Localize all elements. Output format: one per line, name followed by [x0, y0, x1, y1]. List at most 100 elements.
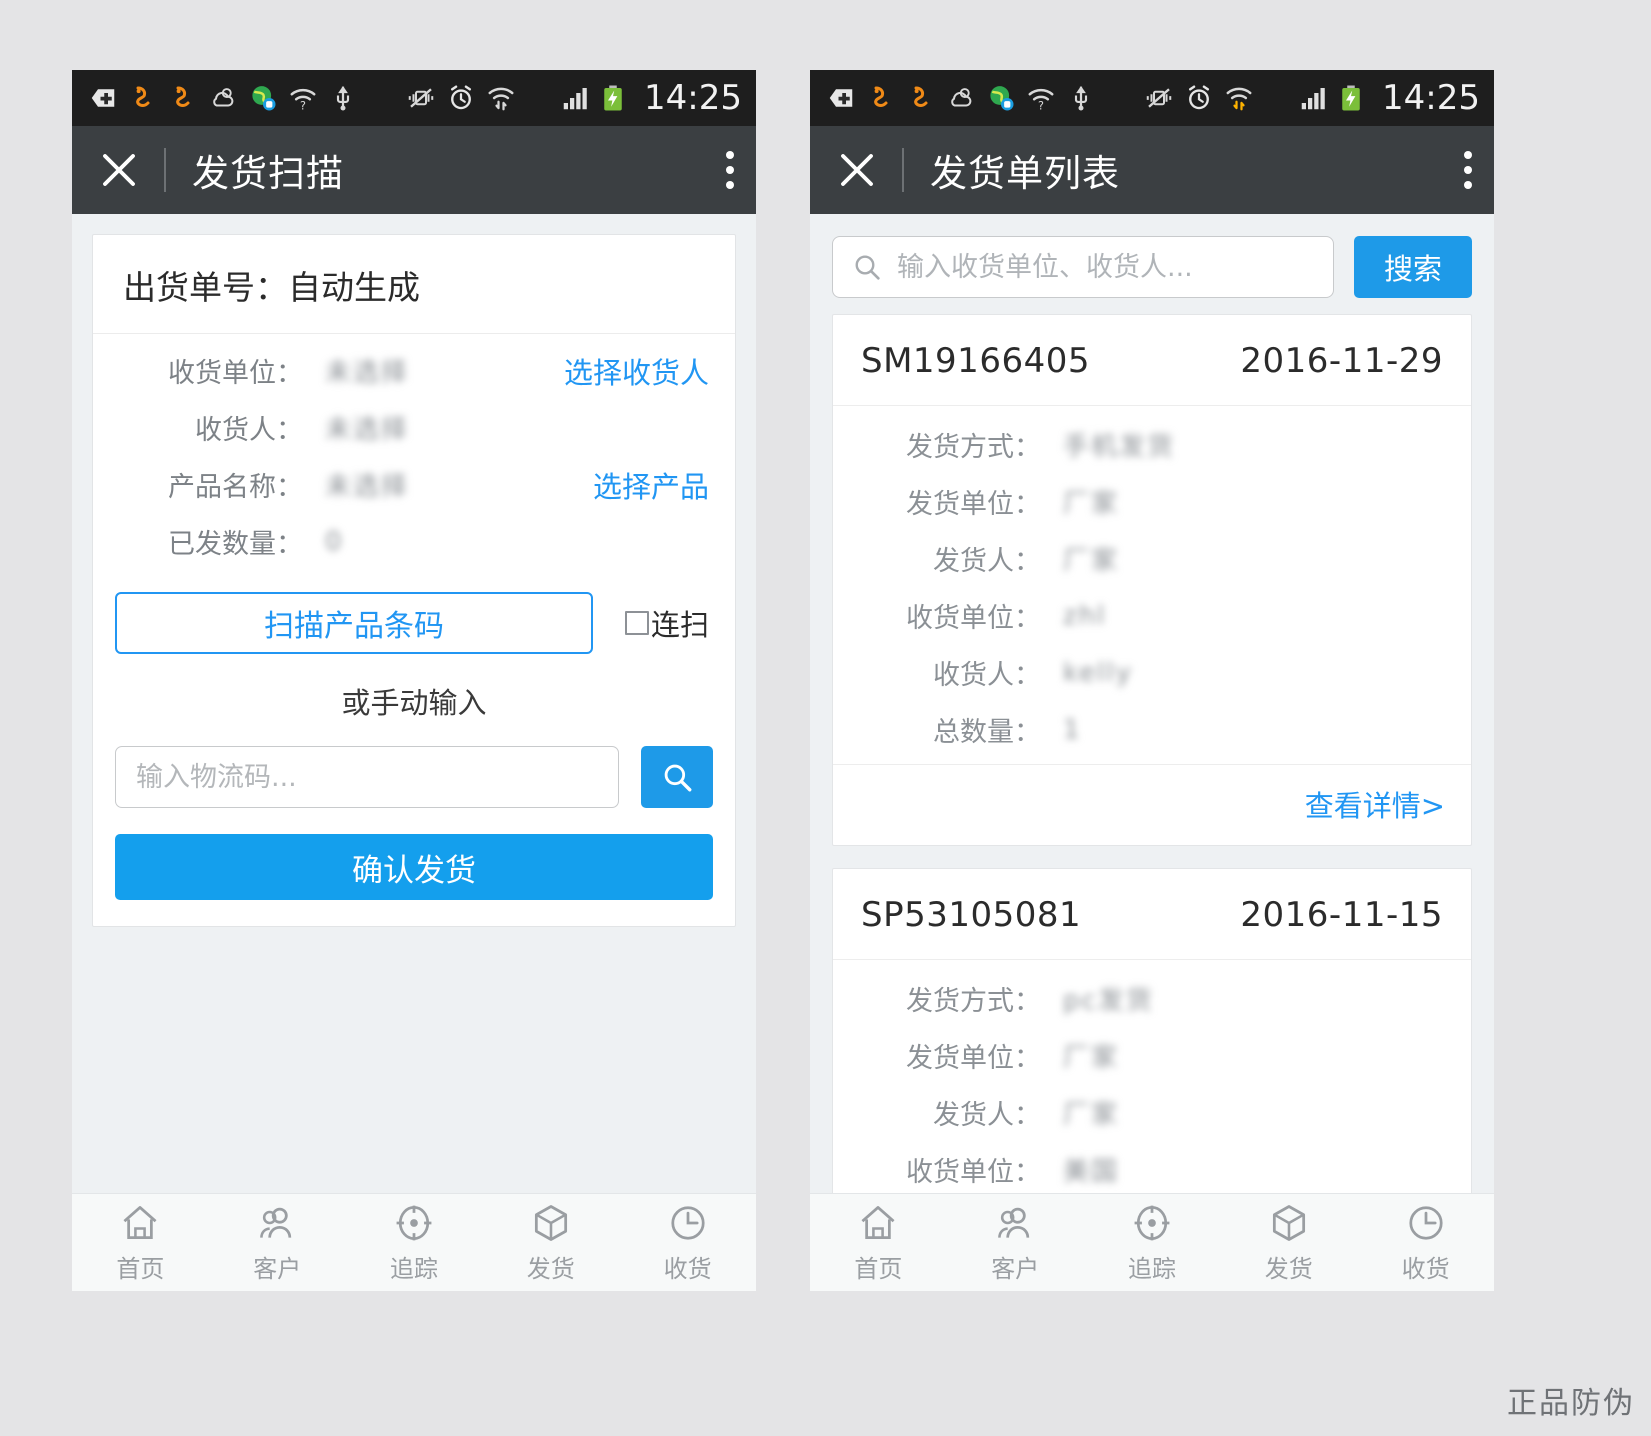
status-bar-icons-left: ?: [88, 83, 560, 113]
tab-label: 发货: [526, 1255, 575, 1283]
shipment-form-rows: 收货单位： 未选择 选择收货人 收货人： 未选择 产品名称： 未选择 选择产品: [93, 334, 735, 570]
alarm-icon: [451, 85, 471, 110]
tab-label: 首页: [116, 1255, 165, 1283]
continuous-scan-label: 连扫: [651, 608, 710, 642]
left-screen-body: 出货单号：自动生成 收货单位： 未选择 选择收货人 收货人： 未选择 产品名称：: [72, 214, 756, 1291]
right-phone-screen: ? 14:25 发货单列表 输入收货单位、收货人... 搜索 SM1916640…: [810, 70, 1494, 1291]
tab-customers[interactable]: 客户: [209, 1201, 346, 1284]
title-separator: [164, 148, 166, 192]
form-row-value: 0: [325, 526, 344, 557]
bottom-tab-bar-left: 首页 客户 追踪 发货 收货: [72, 1193, 756, 1291]
weather-cloud-icon: [951, 88, 972, 107]
order-card[interactable]: SM19166405 2016-11-29 发货方式： 手机发货 发货单位： 厂…: [832, 314, 1472, 846]
page-title: 发货扫描: [192, 152, 344, 195]
form-row-value: 未选择: [325, 415, 410, 445]
order-date: 2016-11-15: [1240, 895, 1443, 935]
overflow-menu-icon[interactable]: [726, 151, 734, 189]
order-card[interactable]: SP53105081 2016-11-15 发货方式： pc发货 发货单位： 厂…: [832, 868, 1472, 1205]
search-field[interactable]: [832, 236, 1334, 298]
confirm-shipment-button[interactable]: 确认发货: [115, 834, 713, 900]
order-card-list: SM19166405 2016-11-29 发货方式： 手机发货 发货单位： 厂…: [810, 314, 1494, 1205]
tab-home[interactable]: 首页: [810, 1201, 947, 1284]
tab-home[interactable]: 首页: [72, 1201, 209, 1284]
title-bar-left: 发货扫描: [72, 126, 756, 214]
scan-product-barcode-button[interactable]: 扫描产品条码: [115, 592, 593, 654]
overflow-menu-icon[interactable]: [1464, 151, 1472, 189]
weather-cloud-icon: [213, 88, 234, 107]
alarm-icon: [1189, 85, 1209, 110]
vibrate-off-icon: [1146, 88, 1172, 108]
tab-shipping[interactable]: 发货: [1220, 1201, 1357, 1284]
order-detail-label: 收货单位：: [906, 603, 1041, 634]
order-card-rows: 发货方式： 手机发货 发货单位： 厂家 发货人： 厂家 收货单位： zhl 收货…: [833, 406, 1471, 764]
form-row-value: 未选择: [325, 358, 410, 388]
search-button[interactable]: 搜索: [1354, 236, 1472, 298]
tab-label: 收货: [663, 1255, 712, 1283]
usb-icon: [1074, 86, 1088, 111]
wifi-question-icon: ?: [1028, 88, 1054, 112]
plus-badge-icon: [91, 89, 115, 107]
view-detail-link[interactable]: 查看详情>: [1305, 789, 1445, 823]
usb-icon: [336, 86, 350, 111]
form-row: 产品名称： 未选择 选择产品: [93, 456, 735, 513]
status-bar-right-right: 14:25: [1298, 81, 1480, 115]
tab-label: 客户: [991, 1255, 1040, 1283]
tab-receiving[interactable]: 收货: [1357, 1201, 1494, 1284]
form-row-label: 已发数量：: [168, 529, 303, 560]
order-detail-row: 收货人： kelly: [833, 644, 1471, 701]
app-globe-icon: [990, 86, 1014, 111]
order-card-footer: 查看详情>: [833, 764, 1471, 845]
logistics-code-input[interactable]: [115, 746, 619, 808]
tab-label: 追踪: [1127, 1255, 1176, 1283]
page-title: 发货单列表: [930, 152, 1120, 195]
code-search-button[interactable]: [641, 746, 713, 808]
order-detail-row: 发货人： 厂家: [833, 530, 1471, 587]
tab-tracking[interactable]: 追踪: [346, 1201, 483, 1284]
order-number: SP53105081: [861, 895, 1082, 935]
tab-label: 首页: [854, 1255, 903, 1283]
bottom-tab-bar-right: 首页 客户 追踪 发货 收货: [810, 1193, 1494, 1291]
watermark-text: 正品防伪: [1507, 1386, 1635, 1421]
order-detail-value: 厂家: [1063, 1100, 1120, 1130]
order-detail-label: 收货人：: [933, 660, 1041, 691]
order-detail-value: 手机发货: [1063, 432, 1176, 462]
battery-charging-icon: [604, 85, 622, 111]
uc-browser-icon: [914, 86, 928, 108]
checkbox-box[interactable]: [625, 611, 649, 635]
box-icon: [1272, 1205, 1305, 1241]
uc-browser-icon: [874, 86, 888, 108]
status-bar-right-left: 14:25: [560, 81, 742, 115]
manual-code-row: [93, 722, 735, 808]
tab-shipping[interactable]: 发货: [482, 1201, 619, 1284]
tab-label: 追踪: [389, 1255, 438, 1283]
tab-tracking[interactable]: 追踪: [1084, 1201, 1221, 1284]
signal-bars-icon: [1301, 88, 1325, 110]
order-date: 2016-11-29: [1240, 341, 1443, 381]
shipment-form-card: 出货单号：自动生成 收货单位： 未选择 选择收货人 收货人： 未选择 产品名称：: [92, 234, 736, 927]
search-input[interactable]: [897, 251, 1315, 283]
wifi-question-icon: ?: [290, 88, 316, 112]
tab-label: 发货: [1264, 1255, 1313, 1283]
right-screen-body: 搜索 SM19166405 2016-11-29 发货方式： 手机发货 发: [810, 214, 1494, 1291]
select-consignee-link[interactable]: 选择收货人: [564, 350, 709, 392]
order-number: SM19166405: [861, 341, 1090, 381]
select-product-link[interactable]: 选择产品: [593, 464, 709, 506]
close-icon[interactable]: [836, 149, 878, 191]
title-separator: [902, 148, 904, 192]
users-icon: [998, 1207, 1030, 1238]
continuous-scan-checkbox[interactable]: 连扫: [625, 602, 709, 644]
svg-text:?: ?: [300, 99, 306, 112]
form-row: 收货人： 未选择: [93, 399, 735, 456]
tab-customers[interactable]: 客户: [947, 1201, 1084, 1284]
close-icon[interactable]: [98, 149, 140, 191]
battery-charging-icon: [1342, 85, 1360, 111]
scan-row: 扫描产品条码 连扫: [93, 570, 735, 654]
status-bar-right: ? 14:25: [810, 70, 1494, 126]
users-icon: [260, 1207, 292, 1238]
form-row-label: 收货人：: [195, 415, 303, 446]
status-bar-icons-right: ?: [826, 83, 1298, 113]
screenshot-stage: ? 14:25 发货扫描 出货单号：自动生成 收货单位： 未选择 选择收货人 收…: [0, 0, 1651, 1436]
order-detail-row: 发货方式： 手机发货: [833, 416, 1471, 473]
tab-receiving[interactable]: 收货: [619, 1201, 756, 1284]
search-header: 搜索: [810, 214, 1494, 314]
